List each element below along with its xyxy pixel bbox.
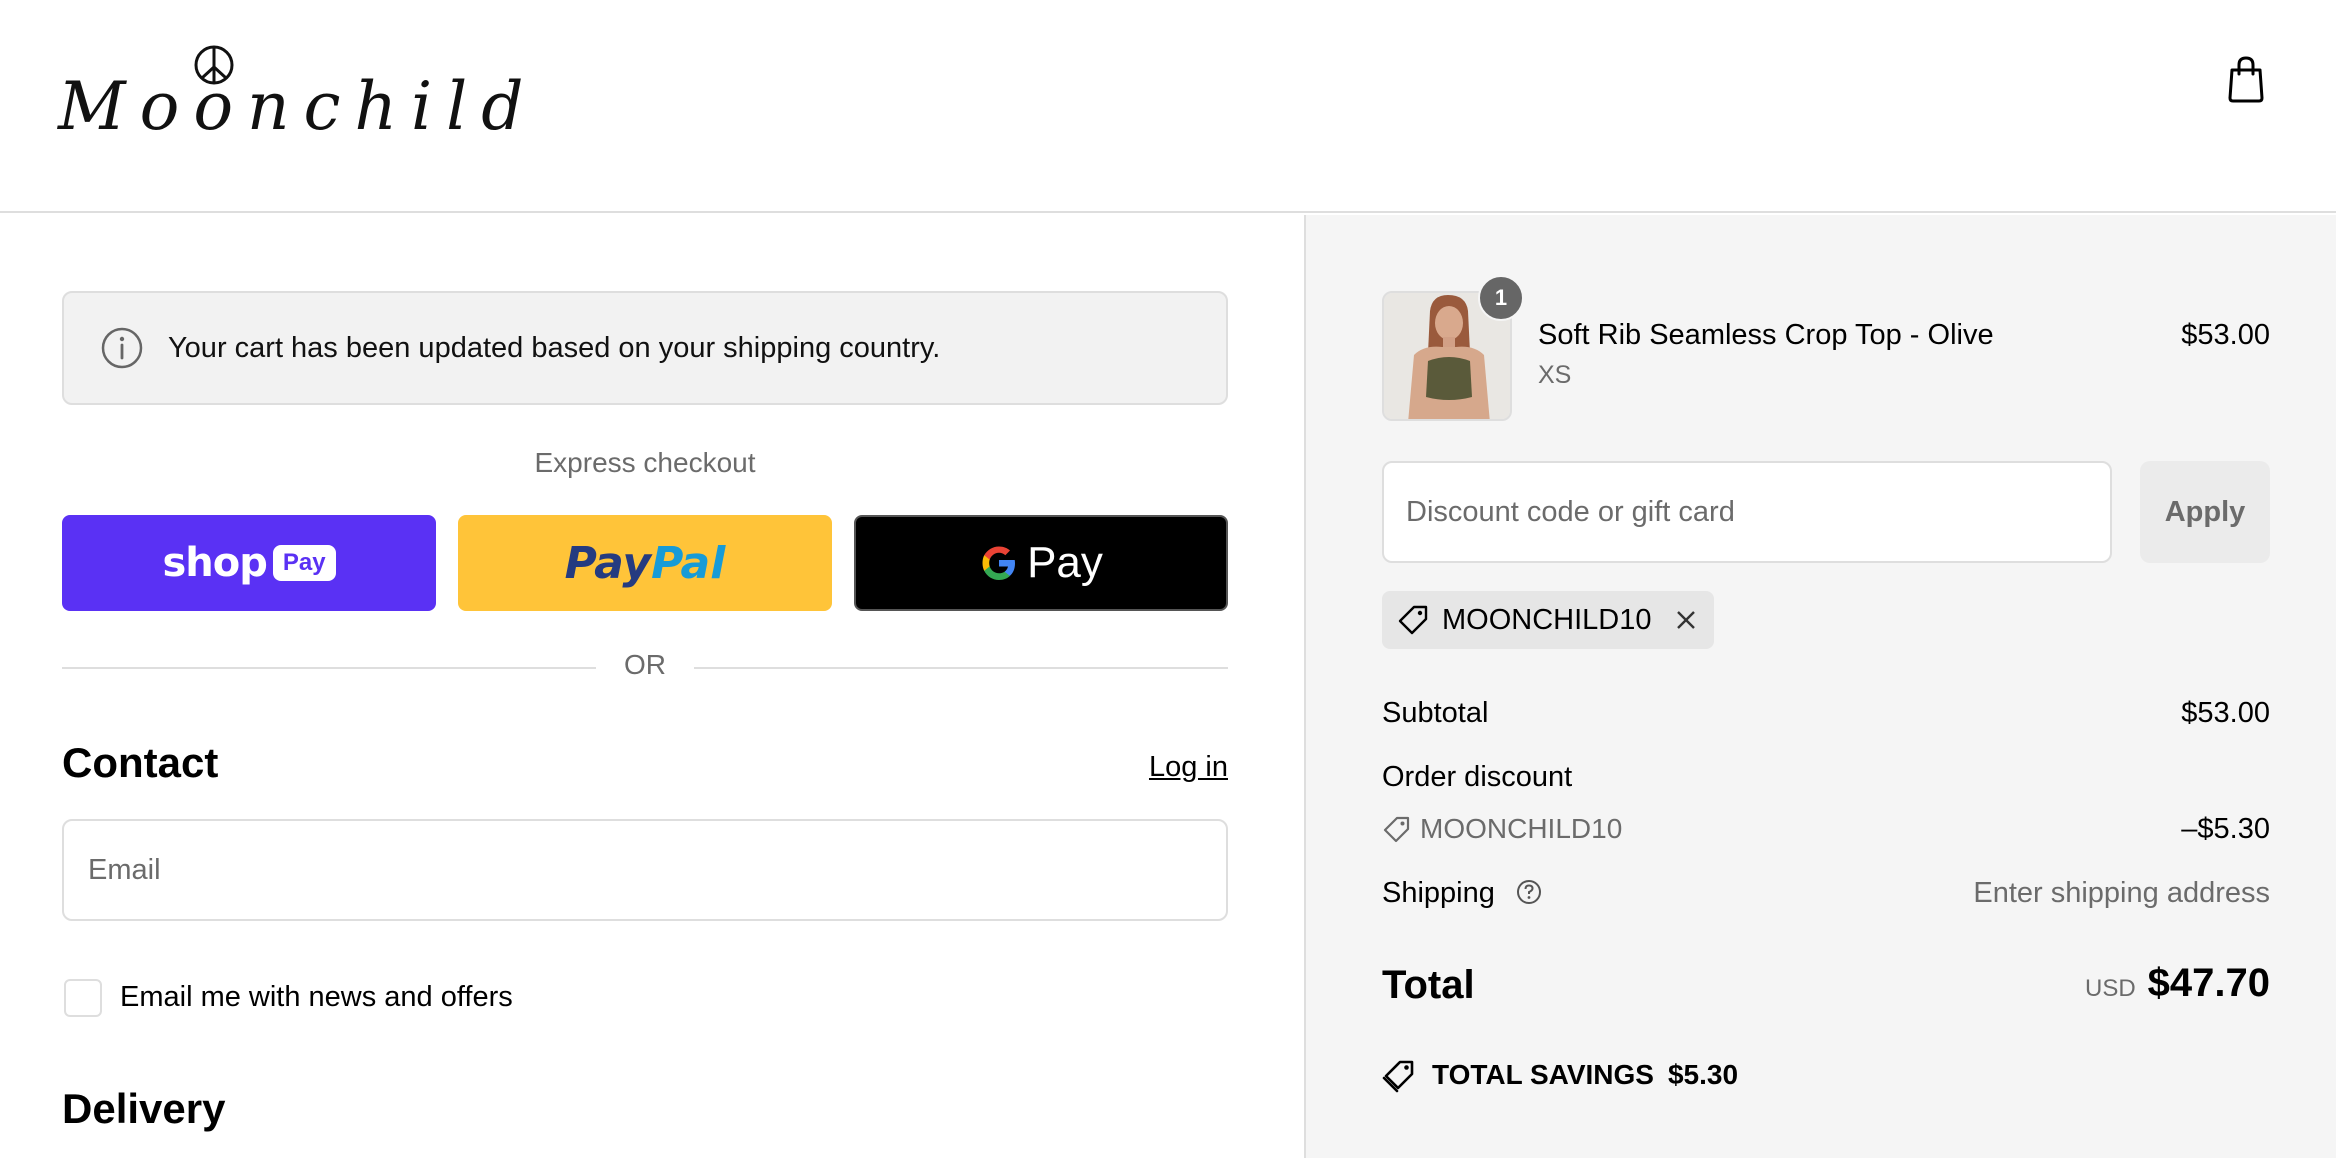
shipping-label-row: Shipping (1382, 877, 1543, 910)
quantity-badge: 1 (1478, 275, 1524, 321)
brand-name: Moonchild (58, 68, 538, 145)
discount-code-text: MOONCHILD10 (1420, 813, 1623, 844)
email-field[interactable] (62, 819, 1228, 921)
tag-icon (1398, 605, 1428, 635)
discount-code-row: MOONCHILD10 (1382, 813, 1622, 845)
shop-pay-pill: Pay (272, 545, 336, 581)
order-summary: 1 Soft Rib Seamless Crop Top - Olive XS … (1306, 215, 2336, 1158)
total-label: Total (1382, 963, 1475, 1007)
or-divider: OR (62, 647, 1228, 687)
site-header: Moonchild (0, 0, 2336, 213)
or-text: OR (624, 649, 666, 680)
shipping-label: Shipping (1382, 877, 1495, 909)
info-icon (101, 327, 143, 369)
product-name: Soft Rib Seamless Crop Top - Olive (1538, 319, 1994, 351)
discount-code-field[interactable] (1382, 461, 2112, 563)
shipping-value: Enter shipping address (1973, 877, 2270, 909)
newsletter-label[interactable]: Email me with news and offers (120, 981, 513, 1014)
newsletter-checkbox[interactable] (64, 979, 102, 1017)
shopping-bag-icon[interactable] (2226, 54, 2266, 104)
checkout-form: Your cart has been updated based on your… (0, 215, 1304, 1158)
product-price: $53.00 (2181, 319, 2270, 351)
order-discount-label: Order discount (1382, 761, 1573, 793)
total-amount-row: USD $47.70 (2085, 961, 2270, 1006)
product-variant: XS (1538, 361, 1572, 389)
notice-text: Your cart has been updated based on your… (168, 331, 941, 364)
savings-tag-icon (1382, 1060, 1414, 1093)
google-pay-text: Pay (1027, 538, 1103, 587)
tag-icon (1383, 816, 1410, 843)
moonchild-logo[interactable]: Moonchild (58, 38, 524, 148)
shop-pay-wordmark: shop (162, 540, 267, 586)
contact-heading: Contact (62, 739, 219, 786)
google-g-icon (982, 546, 1016, 580)
paypal-button[interactable]: Pay Pal (458, 515, 832, 611)
shop-pay-button[interactable]: shop Pay (62, 515, 436, 611)
close-icon[interactable] (1674, 608, 1698, 632)
paypal-wordmark-part1: Pay (564, 537, 652, 589)
divider-line-right (694, 667, 1228, 669)
cart-update-notice: Your cart has been updated based on your… (62, 291, 1228, 405)
total-savings-amount: $5.30 (1667, 1059, 1739, 1090)
applied-code-text: MOONCHILD10 (1442, 603, 1652, 636)
subtotal-label: Subtotal (1382, 697, 1489, 729)
currency-code: USD (2084, 975, 2136, 1002)
help-icon[interactable] (1515, 878, 1543, 906)
total-savings-label: TOTAL SAVINGS (1432, 1059, 1654, 1090)
paypal-wordmark-part2: Pal (651, 537, 726, 589)
express-checkout-label: Express checkout (534, 447, 756, 478)
total-savings-row: TOTAL SAVINGS $5.30 (1382, 1057, 1738, 1093)
applied-discount-chip: MOONCHILD10 (1382, 591, 1714, 649)
discount-value: –$5.30 (2181, 813, 2270, 845)
apply-button[interactable]: Apply (2140, 461, 2270, 563)
total-amount: $47.70 (2147, 961, 2270, 1005)
log-in-link[interactable]: Log in (1149, 751, 1228, 784)
delivery-heading: Delivery (62, 1085, 226, 1132)
subtotal-value: $53.00 (2181, 697, 2270, 729)
google-pay-button[interactable]: Pay (854, 515, 1228, 611)
